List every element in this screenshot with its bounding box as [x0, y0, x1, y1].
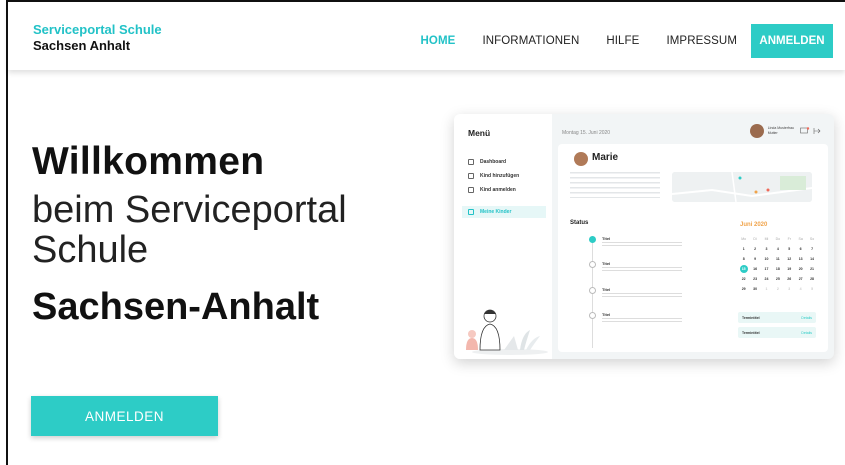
timeline-title: Titel — [602, 312, 611, 317]
avatar — [749, 124, 764, 138]
preview-date: Montag 15. Juni 2020 — [562, 130, 611, 136]
calendar-day: 3 — [788, 287, 791, 291]
nav-informationen[interactable]: INFORMATIONEN — [482, 35, 579, 47]
calendar-week: 22 23 24 25 26 27 28 — [738, 274, 818, 284]
dashboard-preview-image: Menü Dashboard Kind hinzufügen Kind anme… — [454, 114, 834, 359]
calendar-week: 15 16 17 18 19 20 21 — [738, 264, 818, 274]
preview-child-name: Marie — [592, 152, 619, 163]
calendar-days: 1 2 3 4 5 6 7 8 9 10 11 12 13 14 15 16 17 18 19 20 21 22 23 24 2… — [738, 244, 818, 294]
preview-menu-item: Kind hinzufügen — [468, 173, 519, 179]
calendar-day: 21 — [810, 267, 814, 271]
calendar-day: 8 — [742, 257, 745, 261]
timeline-dot — [589, 261, 596, 268]
nav-impressum[interactable]: IMPRESSUM — [666, 35, 737, 47]
calendar-day: 1 — [742, 247, 745, 251]
timeline-title: Titel — [602, 236, 611, 241]
preview-sidebar: Menü Dashboard Kind hinzufügen Kind anme… — [454, 114, 552, 359]
preview-menu-item: Kind anmelden — [468, 187, 516, 193]
calendar-day: 13 — [798, 257, 803, 261]
header-login-button[interactable]: ANMELDEN — [751, 24, 833, 58]
preview-calendar-title: Juni 2020 — [740, 222, 768, 228]
preview-child-info — [570, 172, 660, 198]
brand-title: Serviceportal Schule — [33, 22, 162, 37]
browser-frame: Serviceportal Schule Sachsen Anhalt HOME… — [6, 0, 845, 465]
hero-login-button[interactable]: ANMELDEN — [31, 396, 218, 436]
site-header: Serviceportal Schule Sachsen Anhalt HOME… — [8, 2, 845, 70]
calendar-day: 3 — [765, 247, 768, 251]
calendar-day: 4 — [776, 247, 779, 251]
preview-menu-title: Menü — [468, 128, 491, 138]
calendar-day: 9 — [754, 257, 757, 261]
calendar-day: 14 — [810, 257, 814, 261]
calendar-week: 29 30 1 2 3 4 5 — [738, 284, 818, 294]
preview-calendar: Mo Di Mi Do Fr Sa So 1 2 3 4 5 6 7 8 9 10 11 12 13 14… — [738, 234, 818, 294]
calendar-week: 1 2 3 4 5 6 7 — [738, 244, 818, 254]
preview-user-role: Mutter — [767, 131, 778, 135]
calendar-day: 1 — [765, 287, 768, 291]
hero-region: Sachsen-Anhalt — [32, 286, 320, 328]
calendar-day: 11 — [776, 257, 780, 261]
timeline-dot — [589, 236, 596, 243]
calendar-day: 17 — [764, 267, 769, 271]
preview-user: Linda Musterfrau Mutter — [749, 124, 822, 138]
calendar-day: 20 — [798, 267, 803, 271]
preview-event: Termintitel Details — [738, 312, 816, 323]
calendar-day: 24 — [764, 277, 769, 281]
preview-event: Termintitel Details — [738, 327, 816, 338]
add-user-icon — [468, 173, 474, 179]
calendar-day: 25 — [775, 277, 780, 281]
calendar-day: 16 — [753, 267, 758, 271]
timeline-title: Titel — [602, 287, 611, 292]
calendar-day: 10 — [764, 257, 769, 261]
hero-subtitle-line2: Schule — [32, 229, 149, 271]
calendar-day: 29 — [741, 287, 746, 291]
calendar-day: 2 — [754, 247, 757, 251]
preview-menu-item: Dashboard — [468, 159, 506, 165]
calendar-weekdays: Mo Di Mi Do Fr Sa So — [741, 237, 815, 241]
calendar-day: 19 — [787, 267, 792, 271]
calendar-day: 12 — [787, 257, 792, 261]
main-nav: HOME INFORMATIONEN HILFE IMPRESSUM ANMEL… — [394, 24, 833, 58]
calendar-day: 22 — [741, 277, 746, 281]
timeline-title: Titel — [602, 261, 611, 266]
dashboard-icon — [468, 159, 474, 165]
calendar-day: 5 — [788, 247, 791, 251]
preview-status-title: Status — [570, 220, 589, 226]
calendar-day: 30 — [753, 287, 758, 291]
calendar-day: 2 — [776, 287, 779, 291]
nav-home[interactable]: HOME — [421, 35, 456, 47]
brand-logo[interactable]: Serviceportal Schule Sachsen Anhalt — [33, 22, 162, 54]
preview-main-card: Marie Status Titel Titel Titel Titel Jun… — [558, 144, 828, 352]
preview-map — [672, 172, 812, 202]
timeline-text — [602, 242, 682, 248]
calendar-day: 5 — [811, 287, 814, 291]
mail-icon — [800, 127, 821, 134]
calendar-day: 18 — [775, 267, 780, 271]
hero-subtitle-line1: beim Serviceportal — [32, 189, 347, 231]
timeline-dot — [589, 312, 596, 319]
timeline-text — [602, 293, 682, 299]
brand-subtitle: Sachsen Anhalt — [33, 38, 131, 53]
hero-title: Willkommen — [32, 140, 265, 183]
timeline-text — [602, 267, 682, 273]
child-avatar — [574, 152, 588, 166]
calendar-day: 7 — [811, 247, 814, 251]
timeline-dot — [589, 287, 596, 294]
calendar-day: 23 — [753, 277, 758, 281]
nav-hilfe[interactable]: HILFE — [606, 35, 639, 47]
calendar-day: 6 — [799, 247, 802, 251]
calendar-day: 26 — [787, 277, 792, 281]
users-icon — [468, 209, 474, 215]
parent-child-illustration — [466, 309, 548, 355]
calendar-day: 15 — [738, 264, 749, 274]
timeline-text — [602, 318, 682, 324]
calendar-day: 27 — [798, 277, 803, 281]
id-card-icon — [468, 187, 474, 193]
calendar-week: 8 9 10 11 12 13 14 — [738, 254, 818, 264]
preview-menu-item-selected: Meine Kinder — [462, 206, 546, 218]
calendar-day: 4 — [799, 287, 802, 291]
calendar-day: 28 — [810, 277, 814, 281]
